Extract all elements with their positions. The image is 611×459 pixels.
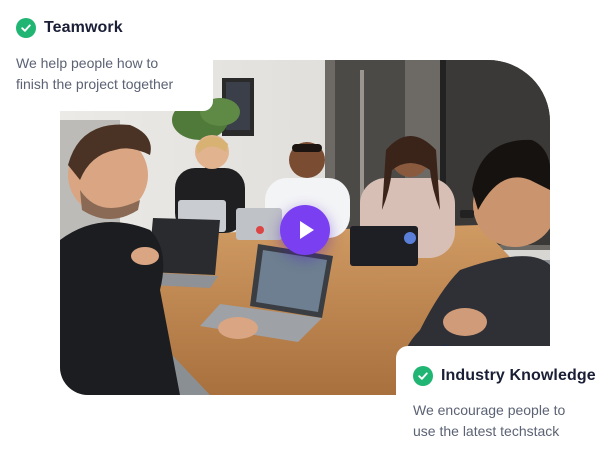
card-header: Industry Knowledge xyxy=(413,364,611,388)
card-description: We encourage people to use the latest te… xyxy=(413,400,611,442)
check-circle-icon xyxy=(413,366,433,386)
feature-card-teamwork: Teamwork We help people how to finish th… xyxy=(0,0,213,111)
play-icon xyxy=(300,221,314,239)
card-description-line: We help people how to xyxy=(16,55,159,71)
play-button[interactable] xyxy=(280,205,330,255)
card-description-line: finish the project together xyxy=(16,76,174,92)
card-title: Industry Knowledge xyxy=(441,367,596,384)
card-header: Teamwork xyxy=(16,16,213,40)
card-description: We help people how to finish the project… xyxy=(16,53,213,95)
card-description-line: use the latest techstack xyxy=(413,423,560,439)
card-title: Teamwork xyxy=(44,19,123,36)
check-circle-icon xyxy=(16,18,36,38)
feature-card-industry-knowledge: Industry Knowledge We encourage people t… xyxy=(396,346,611,459)
card-description-line: We encourage people to xyxy=(413,402,566,418)
